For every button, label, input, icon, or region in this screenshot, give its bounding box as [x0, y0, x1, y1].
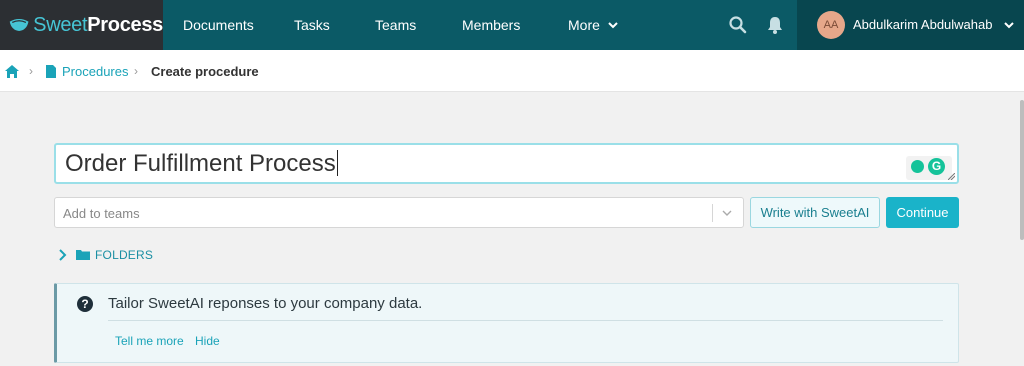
- folder-icon: [76, 250, 90, 260]
- bell-icon[interactable]: [765, 15, 785, 35]
- document-icon: [46, 65, 56, 78]
- grammarly-widget[interactable]: G: [906, 156, 952, 180]
- text-cursor: [336, 150, 338, 176]
- chevron-down-icon: [608, 22, 618, 29]
- user-name: Abdulkarim Abdulwahab: [853, 17, 993, 32]
- breadcrumb-procedures-link[interactable]: Procedures: [62, 64, 128, 79]
- chevron-right-icon[interactable]: [57, 249, 67, 261]
- select-divider: [712, 204, 713, 222]
- procedure-title-text: Order Fulfillment Process: [65, 150, 336, 177]
- tell-me-more-link[interactable]: Tell me more: [115, 334, 184, 348]
- chevron-down-icon[interactable]: [721, 207, 733, 219]
- brand-logo[interactable]: Sweet Process: [0, 0, 163, 50]
- nav-tasks[interactable]: Tasks: [294, 0, 330, 50]
- resize-handle-icon[interactable]: [948, 173, 955, 180]
- teacup-logo-icon: [9, 19, 29, 31]
- avatar: AA: [817, 11, 845, 39]
- add-to-teams-select[interactable]: Add to teams: [54, 197, 744, 228]
- question-circle-icon: ?: [77, 296, 93, 312]
- write-with-sweetai-button[interactable]: Write with SweetAI: [750, 197, 880, 228]
- chevron-down-icon: [1004, 22, 1014, 29]
- grammarly-bulb-icon[interactable]: [911, 160, 924, 173]
- sweetai-info-callout: ? Tailor SweetAI reponses to your compan…: [54, 283, 959, 363]
- home-icon[interactable]: [5, 65, 19, 78]
- nav-documents[interactable]: Documents: [183, 0, 254, 50]
- divider: [108, 320, 943, 321]
- nav-teams[interactable]: Teams: [375, 0, 416, 50]
- breadcrumb: › Procedures › Create procedure: [0, 50, 1024, 92]
- info-message: Tailor SweetAI reponses to your company …: [108, 295, 423, 312]
- breadcrumb-current: Create procedure: [151, 64, 259, 79]
- brand-name-bold: Process: [87, 13, 163, 36]
- nav-more[interactable]: More: [568, 0, 618, 50]
- search-icon[interactable]: [728, 15, 748, 35]
- grammarly-g-icon[interactable]: G: [928, 158, 945, 175]
- brand-name-light: Sweet: [33, 13, 88, 36]
- hide-link[interactable]: Hide: [195, 334, 220, 348]
- teams-placeholder: Add to teams: [63, 206, 140, 221]
- nav-members[interactable]: Members: [462, 0, 520, 50]
- procedure-title-value: Order Fulfillment Process: [65, 150, 338, 178]
- folders-toggle[interactable]: FOLDERS: [95, 248, 153, 262]
- breadcrumb-separator-icon: ›: [134, 64, 138, 78]
- top-navbar: Sweet Process Documents Tasks Teams Membe…: [0, 0, 1024, 50]
- nav-more-label: More: [568, 17, 600, 33]
- procedure-title-input[interactable]: Order Fulfillment Process G: [54, 143, 959, 184]
- user-menu[interactable]: AA Abdulkarim Abdulwahab: [797, 0, 1024, 50]
- scrollbar-thumb[interactable]: [1020, 100, 1024, 240]
- breadcrumb-separator-icon: ›: [29, 64, 33, 78]
- continue-button[interactable]: Continue: [886, 197, 959, 228]
